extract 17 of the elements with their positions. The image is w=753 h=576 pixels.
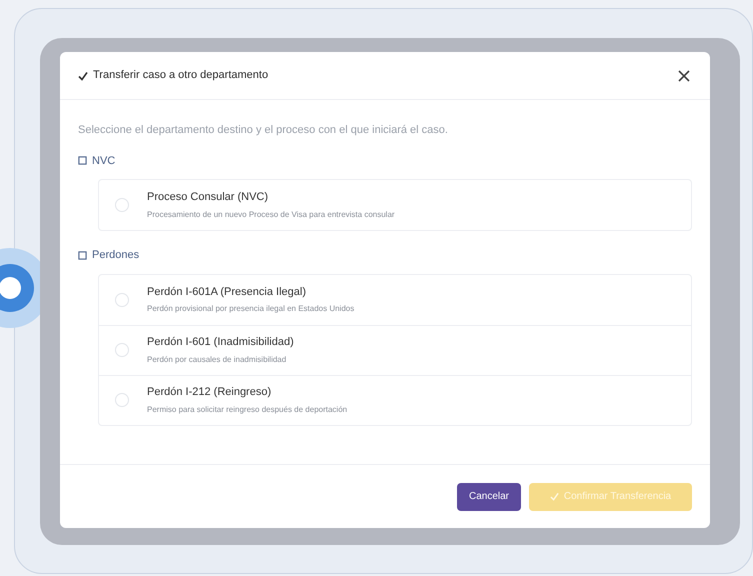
group-heading: NVC xyxy=(92,154,116,168)
option-title: Proceso Consular (NVC) xyxy=(147,190,270,206)
instructions-text: Seleccione el departamento destino y el proceso con el que iniciará el caso. xyxy=(78,123,449,138)
cancel-button[interactable]: Cancelar xyxy=(456,482,521,510)
option-description: Permiso para solicitar reingreso después de deportación xyxy=(147,404,348,416)
option-description: Perdón provisional por presencia ilegal en Estados Unidos xyxy=(147,303,354,316)
option-title: Perdón I-212 (Reingreso) xyxy=(147,385,272,400)
group-heading: Perdones xyxy=(92,248,140,263)
process-option[interactable]: Perdón I-601A (Presencia Ilegal) Perdón provisional por presencia ilegal en Estados Unidos xyxy=(99,274,691,324)
option-description: Procesamiento de un nuevo Proceso de Visa para entrevista consular xyxy=(147,208,395,221)
process-option[interactable]: Perdón I-601 (Inadmisibilidad) Perdón por causales de inadmisibilidad xyxy=(99,324,691,374)
option-description: Perdón por causales de inadmisibilidad xyxy=(147,354,288,366)
option-title: Perdón I-601 (Inadmisibilidad) xyxy=(147,335,294,350)
process-option[interactable]: Perdón I-212 (Reingreso) Permiso para solicitar reingreso después de deportación xyxy=(99,374,691,424)
option-title: Perdón I-601A (Presencia Ilegal) xyxy=(147,284,307,300)
dialog-title: Transferir caso a otro departamento xyxy=(93,68,268,84)
process-option[interactable]: Proceso Consular (NVC) Procesamiento de un nuevo Proceso de Visa para entrevista consular xyxy=(99,180,691,230)
